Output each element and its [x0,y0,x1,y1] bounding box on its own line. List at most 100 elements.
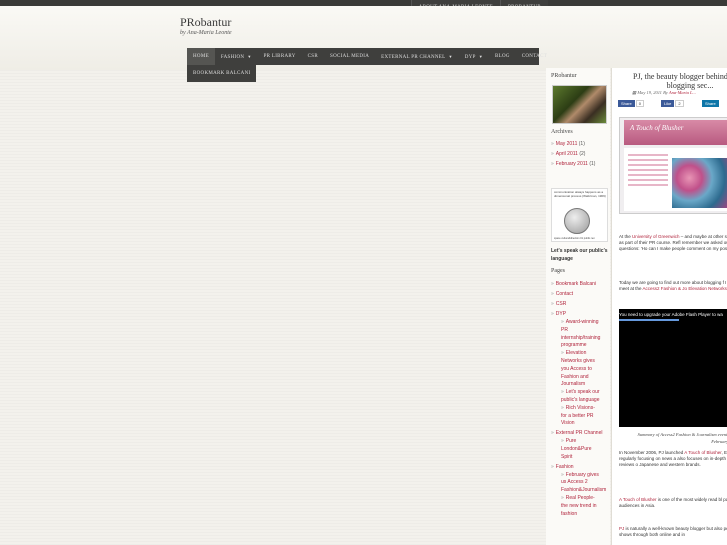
sidebar-subpage-link[interactable]: » Elevation Networks gives you Access to … [561,350,601,389]
text-link[interactable]: Elevation Networks [688,286,727,291]
bullet-icon: » [561,471,564,478]
archive-link[interactable]: » February 2011 (1) [551,159,595,169]
pages-heading: Pages [551,268,565,274]
paragraph-2: Today we are going to find out more abou… [619,280,727,292]
bullet-icon: » [551,161,554,167]
subpage-label: Pure London&Pure Spirit [561,438,592,460]
archive-link[interactable]: » April 2011 (2) [551,149,595,159]
bullet-icon: » [561,389,564,396]
post-meta: ▦ May 19, 2011 By Ana-Maria L... [632,90,696,96]
bullet-icon: » [561,494,564,501]
sidebar-subpages: » February gives us Access 2 Fashion&Jour… [561,471,606,519]
text-link[interactable]: University of Greenwich [632,234,680,239]
chevron-down-icon: ▼ [478,54,483,59]
site-title[interactable]: PRobantur [180,15,231,30]
sidebar-page-link[interactable]: » Fashion [551,462,602,472]
bullet-icon: » [551,430,554,437]
sidebar-subpage-link[interactable]: » Let's speak our public's language [561,389,601,405]
linkedin-share-button[interactable]: Share [702,99,719,107]
archive-link[interactable]: » May 2011 (1) [551,139,595,149]
text-link[interactable]: A Touch of Blusher [684,450,721,455]
nav-item-pr-library[interactable]: PR LIBRARY [258,48,302,65]
post-author[interactable]: Ana-Maria L... [669,90,696,95]
archives-list: » May 2011 (1)» April 2011 (2)» February 20… [551,139,595,169]
page-label: DYP [555,311,567,317]
nav-item-label: EXTERNAL PR CHANNEL [381,55,446,60]
archive-label: May 2011 [555,141,579,147]
sidebar: PRobantur Archives » May 2011 (1)» April 2… [546,68,610,545]
nav-item-contact[interactable]: CONTACT [516,48,553,65]
facebook-like-button[interactable]: Like [661,99,675,107]
sidebar-bold-link[interactable]: Let's speak our public's language [551,247,609,263]
nav-item-home[interactable]: HOME [187,48,215,65]
text-link[interactable]: Access2 Fashion & Jo [643,286,688,291]
bullet-icon: » [561,319,564,325]
nav-item-blog[interactable]: BLOG [489,48,516,65]
main-content: PJ, the beauty blogger behind A T... blo… [611,68,727,545]
subpage-label: Rich Visions- for a better PR Vision [561,404,595,427]
linkedin-share[interactable]: Share [702,99,719,107]
flash-message: You need to upgrade your Adobe Flash Pla… [619,312,723,317]
page-label: Bookmark Balcani [555,281,597,287]
nav-item-label: BLOG [494,54,510,59]
text-segment: In November 2006, PJ launched [619,450,685,455]
sidebar-subpage-link[interactable]: » Real People-the new trend in fashion [561,495,601,518]
facebook-share-count: 0 [635,99,644,107]
flash-upgrade-link[interactable] [619,319,679,321]
bullet-icon: » [561,438,564,445]
text-segment: is naturally a well-known beauty blogger… [619,526,727,538]
paragraph-4: A Touch of Blusher is one of the most wi… [619,497,727,509]
bullet-icon: » [551,281,554,287]
archive-label: February 2011 [555,161,590,167]
nav-item-label: HOME [193,54,209,59]
archive-count: (2) [579,151,586,157]
blog-screenshot-image: A Touch of Blusher [619,117,727,214]
nav-item-label: CSR [307,54,318,59]
screenshot-title: A Touch of Blusher [630,124,684,132]
nav-item-social-media[interactable]: SOCIAL MEDIA [324,48,375,65]
sidebar-page-link[interactable]: » CSR [551,299,602,309]
post-by: By [663,90,668,95]
page-label: CSR [555,301,567,307]
nav-item-bookmark-balcani[interactable]: BOOKMARK BALCANI [187,65,257,82]
bullet-icon: » [551,463,554,470]
bullet-icon: » [551,291,554,297]
nav-item-csr[interactable]: CSR [302,48,324,65]
text-segment: At the [619,234,633,239]
profile-photo [552,85,607,124]
pages-list: » Bookmark Balcani» Contact» CSR» DYP» Award-… [551,279,606,519]
site-subtitle: by Ana-Maria Leonte [180,30,232,36]
facebook-like[interactable]: Like 2 [661,99,684,107]
text-link[interactable]: A Touch of Blusher [619,497,656,502]
archives-heading: Archives [551,129,573,135]
facebook-share[interactable]: Share 0 [618,99,644,107]
sidebar-page-link[interactable]: » Bookmark Balcani [551,279,602,289]
sidebar-subpage-link[interactable]: » February gives us Access 2 Fashion&Jour… [561,471,606,495]
nav-item-label: FASHION [220,55,245,60]
post-title[interactable]: PJ, the beauty blogger behind A T... blo… [620,72,727,90]
sidebar-subpages: » Award-winning PR internship/training pr… [561,319,602,428]
nav-item-dyp[interactable]: DYP ▼ [459,48,489,65]
flash-video-placeholder[interactable]: You need to upgrade your Adobe Flash Pla… [619,309,727,427]
nav-item-fashion[interactable]: FASHION ▼ [215,48,258,65]
globe-icon [564,208,590,234]
sidebar-subpage-link[interactable]: » Rich Visions- for a better PR Vision [561,405,601,428]
paragraph-1: At the University of Greenwich – and may… [619,234,727,253]
cosmetics-photo [672,158,727,208]
sidebar-subpages: » Pure London&Pure Spirit [561,438,602,461]
sidebar-subpage-link[interactable]: » Pure London&Pure Spirit [561,438,601,461]
nav-item-external-pr-channel[interactable]: EXTERNAL PR CHANNEL ▼ [375,48,459,65]
sidebar-subpage-link[interactable]: » Award-winning PR internship/training pr… [561,319,601,350]
bullet-icon: » [551,151,554,157]
bullet-icon: » [551,141,554,147]
sidebar-page-link[interactable]: » External PR Channel [551,428,602,438]
nav-item-label: SOCIAL MEDIA [330,54,370,59]
video-caption: Summary of Access2 Fashion & Journalism … [637,432,727,444]
sidebar-page-link[interactable]: » DYP [551,309,602,319]
facebook-share-button[interactable]: Share [618,99,635,107]
subpage-label: Elevation Networks gives you Access to F… [561,350,595,388]
main-nav: HOME FASHION ▼ PR LIBRARY CSR SOCIAL MEDIA EXT… [187,48,547,65]
nav-item-label: CONTACT [521,54,548,59]
chevron-down-icon: ▼ [247,54,252,59]
sidebar-page-link[interactable]: » Contact [551,289,602,299]
